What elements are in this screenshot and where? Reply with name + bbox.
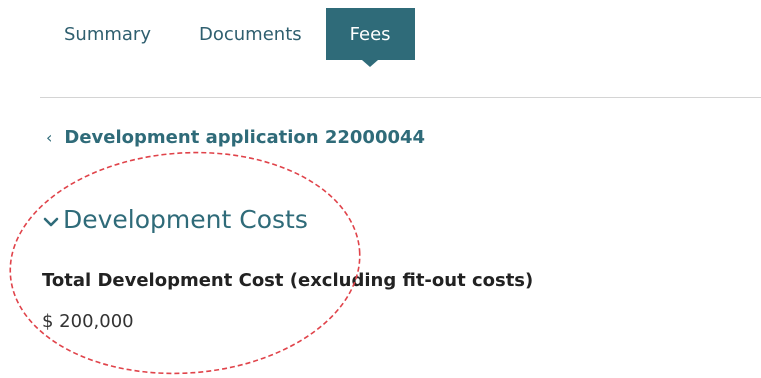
tab-summary-label: Summary bbox=[64, 23, 151, 45]
section-title: Development Costs bbox=[63, 205, 308, 234]
chevron-down-icon bbox=[43, 217, 59, 226]
tab-fees-label: Fees bbox=[349, 23, 391, 45]
tab-divider bbox=[40, 97, 761, 98]
tab-documents-label: Documents bbox=[199, 23, 302, 45]
tab-documents[interactable]: Documents bbox=[175, 8, 326, 60]
tab-bar: Summary Documents Fees bbox=[40, 8, 415, 67]
field-label-total-development-cost: Total Development Cost (excluding fit-ou… bbox=[42, 270, 534, 291]
field-value-total-development-cost: $ 200,000 bbox=[42, 311, 134, 332]
chevron-left-icon: ‹ bbox=[46, 128, 53, 147]
breadcrumb-back-link[interactable]: ‹ Development application 22000044 bbox=[46, 127, 425, 148]
section-toggle-development-costs[interactable]: Development Costs bbox=[42, 205, 308, 234]
tab-summary[interactable]: Summary bbox=[40, 8, 175, 60]
breadcrumb-label: Development application 22000044 bbox=[64, 127, 426, 148]
tab-fees[interactable]: Fees bbox=[325, 8, 415, 67]
